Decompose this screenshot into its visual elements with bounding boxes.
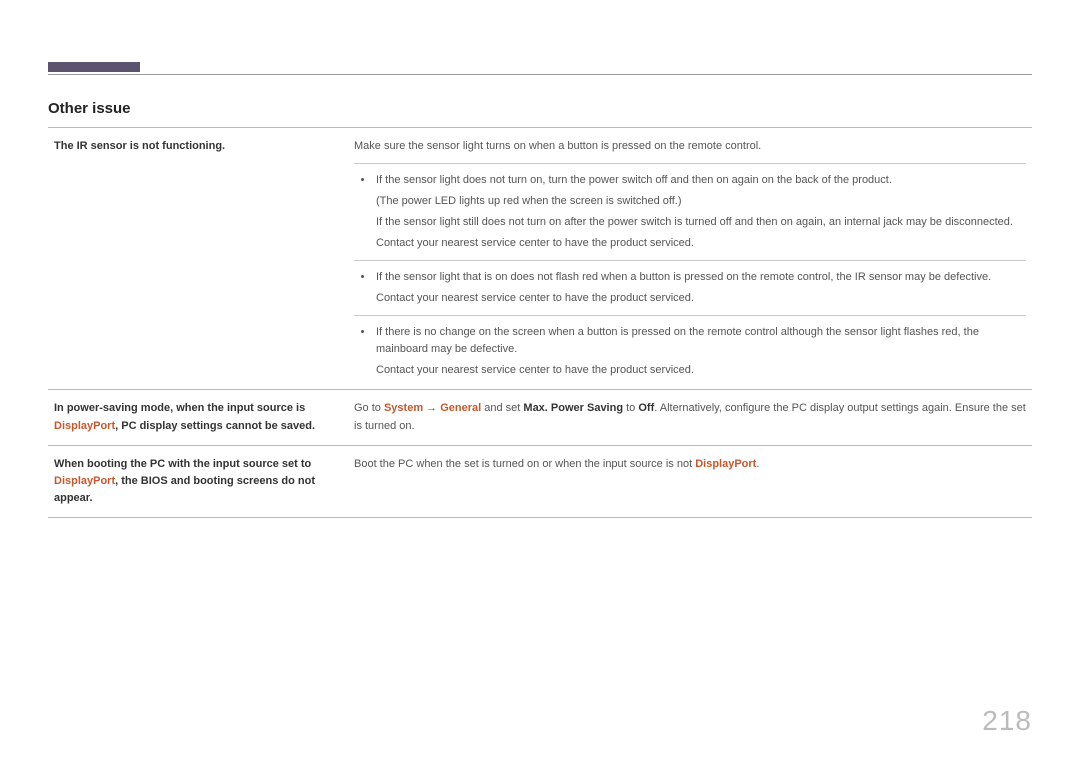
text-run: System (384, 402, 423, 414)
issue-solution: Make sure the sensor light turns on when… (348, 128, 1032, 390)
list-item-line: Contact your nearest service center to h… (376, 235, 1026, 252)
section-title: Other issue (48, 100, 1032, 117)
text-run: , PC display settings cannot be saved. (115, 420, 315, 432)
bullet-group: If there is no change on the screen when… (354, 315, 1026, 379)
list-item: If the sensor light does not turn on, tu… (374, 172, 1026, 252)
issue-label: When booting the PC with the input sourc… (48, 445, 348, 517)
text-run: The IR sensor is not functioning. (54, 140, 225, 152)
text-run: to (623, 402, 638, 414)
text-run: Go to (354, 402, 384, 414)
issue-label: The IR sensor is not functioning. (48, 128, 348, 390)
list-item: If there is no change on the screen when… (374, 324, 1026, 379)
list-item-line: Contact your nearest service center to h… (376, 362, 1026, 379)
text-run: General (440, 402, 481, 414)
issue-solution: Go to System → General and set Max. Powe… (348, 390, 1032, 445)
bullet-list: If the sensor light does not turn on, tu… (354, 172, 1026, 252)
bullet-list: If the sensor light that is on does not … (354, 269, 1026, 307)
table-row: The IR sensor is not functioning. Make su… (48, 128, 1032, 390)
top-rule (48, 74, 1032, 75)
list-item: If the sensor light that is on does not … (374, 269, 1026, 307)
text-run: and set (481, 402, 523, 414)
text-run: Max. Power Saving (523, 402, 623, 414)
bullet-group: If the sensor light does not turn on, tu… (354, 163, 1026, 252)
table-row: In power-saving mode, when the input sou… (48, 390, 1032, 445)
issue-label: In power-saving mode, when the input sou… (48, 390, 348, 445)
text-run: → (423, 402, 440, 414)
text-run: DisplayPort (54, 420, 115, 432)
text-run: Boot the PC when the set is turned on or… (354, 458, 695, 470)
bullet-group: If the sensor light that is on does not … (354, 260, 1026, 307)
table-row: When booting the PC with the input sourc… (48, 445, 1032, 517)
solution-text: Boot the PC when the set is turned on or… (354, 456, 1026, 473)
page-number: 218 (982, 705, 1032, 737)
list-item-line: If the sensor light still does not turn … (376, 214, 1026, 231)
issue-solution: Boot the PC when the set is turned on or… (348, 445, 1032, 517)
issue-table: The IR sensor is not functioning. Make su… (48, 127, 1032, 518)
text-run: In power-saving mode, when the input sou… (54, 402, 305, 414)
solution-text: Go to System → General and set Max. Powe… (354, 400, 1026, 434)
list-item-line: (The power LED lights up red when the sc… (376, 193, 1026, 210)
lead-text: Make sure the sensor light turns on when… (354, 138, 1026, 155)
text-run: DisplayPort (54, 475, 115, 487)
text-run: . (756, 458, 759, 470)
bullet-list: If there is no change on the screen when… (354, 324, 1026, 379)
page: Other issue The IR sensor is not functio… (0, 0, 1080, 763)
list-item-line: Contact your nearest service center to h… (376, 290, 1026, 307)
accent-bar (48, 62, 140, 72)
text-run: DisplayPort (695, 458, 756, 470)
text-run: Off (638, 402, 654, 414)
text-run: When booting the PC with the input sourc… (54, 458, 311, 470)
